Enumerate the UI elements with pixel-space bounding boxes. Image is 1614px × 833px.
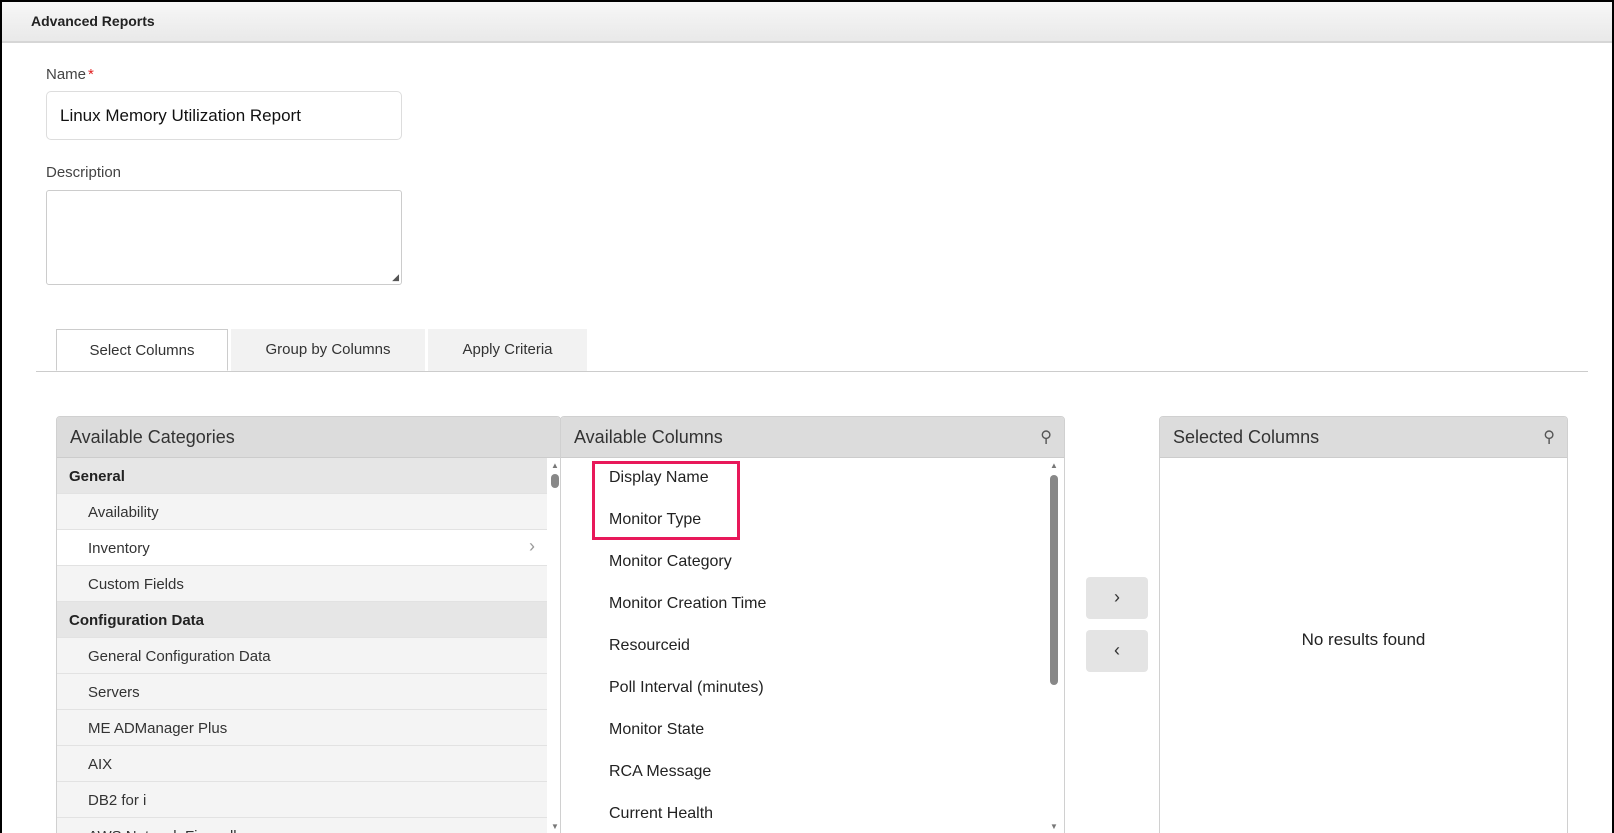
category-item[interactable]: Inventory › [57,530,547,566]
column-item[interactable]: Monitor State [561,710,1064,752]
scroll-up-icon[interactable]: ▲ [551,461,559,470]
columns-title: Available Columns [574,427,723,447]
available-columns-panel: Available Columns ⚲ Display Name Monitor T… [560,416,1065,833]
selected-columns-panel: Selected Columns ⚲ No results found [1159,416,1568,833]
category-item[interactable]: Custom Fields [57,566,547,602]
category-item[interactable]: AWS Network Firewall [57,818,547,833]
tab-divider [36,371,1588,372]
column-item[interactable]: RCA Message [561,752,1064,794]
header-bar: Advanced Reports [2,2,1612,43]
category-label: AWS Network Firewall [88,828,237,833]
scroll-down-icon[interactable]: ▼ [1050,822,1058,831]
search-icon[interactable]: ⚲ [1040,427,1052,447]
category-label: General Configuration Data [88,648,271,665]
columns-list: Display Name Monitor Type Monitor Category… [561,458,1064,833]
category-item[interactable]: Servers [57,674,547,710]
columns-header: Available Columns ⚲ [561,417,1064,458]
tab-group-by-columns[interactable]: Group by Columns [231,329,425,371]
tab-select-columns[interactable]: Select Columns [56,329,228,371]
category-label: Custom Fields [88,576,184,593]
search-icon[interactable]: ⚲ [1543,427,1555,447]
category-label: DB2 for i [88,792,147,809]
category-label: ME ADManager Plus [88,720,228,737]
columns-scrollbar[interactable] [1050,475,1058,685]
column-item[interactable]: Monitor Category [561,542,1064,584]
scroll-up-icon[interactable]: ▲ [1050,461,1058,470]
name-label: Name * [46,66,94,83]
category-label: General [69,468,125,485]
category-group-header: General [57,458,547,494]
required-mark: * [88,66,94,83]
category-label: AIX [88,756,113,773]
category-item[interactable]: DB2 for i [57,782,547,818]
description-label: Description [46,164,122,181]
categories-header: Available Categories [57,417,560,458]
category-item[interactable]: AIX [57,746,547,782]
selected-header: Selected Columns ⚲ [1160,417,1567,458]
category-item[interactable]: ME ADManager Plus [57,710,547,746]
name-input[interactable]: Linux Memory Utilization Report [46,91,402,140]
category-group-header: Configuration Data [57,602,547,638]
category-item[interactable]: Availability [57,494,547,530]
advanced-reports-page: Advanced Reports Name * Linux Memory Util… [2,2,1612,833]
remove-column-button[interactable]: ‹ [1086,630,1148,672]
column-item[interactable]: Monitor Type [561,500,1064,542]
category-label: Inventory [88,540,150,557]
selected-title: Selected Columns [1173,427,1320,447]
scroll-down-icon[interactable]: ▼ [551,822,559,831]
category-label: Configuration Data [69,612,204,629]
column-item[interactable]: Poll Interval (minutes) [561,668,1064,710]
available-categories-panel: Available Categories General Availability… [56,416,561,833]
empty-message: No results found [1301,630,1426,649]
page-title: Advanced Reports [31,13,155,29]
resize-handle-icon[interactable]: ◢ [392,272,399,283]
column-item[interactable]: Resourceid [561,626,1064,668]
category-label: Servers [88,684,140,701]
column-item[interactable]: Monitor Creation Time [561,584,1064,626]
add-column-button[interactable]: › [1086,577,1148,619]
tab-apply-criteria[interactable]: Apply Criteria [428,329,587,371]
categories-scrollbar[interactable] [551,474,559,488]
categories-list: General Availability Inventory › Custom Fiel… [57,458,560,833]
column-item[interactable]: Display Name [561,458,1064,500]
category-label: Availability [88,504,159,521]
chevron-right-icon: › [529,536,535,556]
column-item[interactable]: Current Health [561,794,1064,833]
category-item[interactable]: General Configuration Data [57,638,547,674]
description-textarea[interactable]: ◢ [46,190,402,285]
